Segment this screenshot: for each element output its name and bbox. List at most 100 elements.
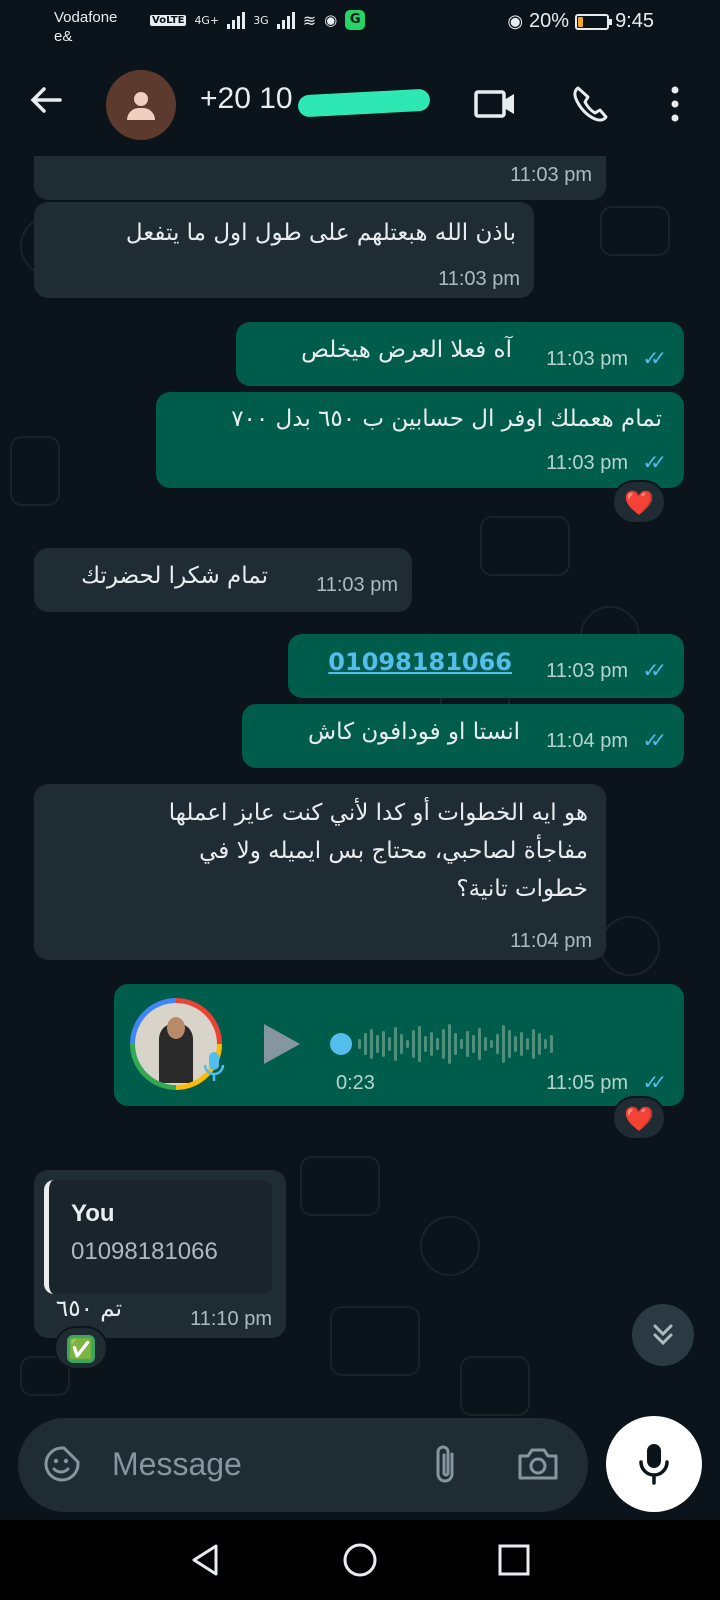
waveform-bar xyxy=(502,1025,505,1063)
waveform-bar xyxy=(520,1032,523,1056)
chat-header: +20 10 xyxy=(0,54,720,156)
message-bubble-outgoing[interactable]: 01098181066 11:03 pm ✓✓ xyxy=(288,634,684,698)
waveform-bar xyxy=(376,1035,379,1053)
redaction-mark xyxy=(297,88,431,118)
waveform-bar xyxy=(532,1029,535,1059)
message-bubble-incoming[interactable]: 11:03 pm xyxy=(34,156,606,200)
waveform-bar xyxy=(526,1038,529,1050)
waveform-bar xyxy=(418,1026,421,1062)
nav-recents-icon[interactable] xyxy=(494,1540,534,1580)
record-voice-button[interactable] xyxy=(606,1416,702,1512)
quoted-sender: You xyxy=(71,1200,115,1227)
read-ticks-icon: ✓✓ xyxy=(642,658,666,682)
waveform-bar xyxy=(454,1033,457,1055)
waveform-bar xyxy=(538,1033,541,1055)
heart-reaction-icon[interactable]: ❤️ xyxy=(612,480,666,524)
system-navigation-bar xyxy=(0,1520,720,1600)
message-time: 11:03 pm xyxy=(546,452,628,474)
message-text: باذن الله هبعتلهم على طول اول ما يتفعل xyxy=(125,220,516,246)
eye-icon: ◉ xyxy=(507,11,524,31)
check-reaction-icon[interactable]: ✅ xyxy=(54,1326,108,1370)
quoted-message[interactable]: You 01098181066 xyxy=(44,1180,272,1294)
contact-avatar[interactable] xyxy=(106,70,176,140)
carrier-name-2: e& xyxy=(54,28,73,45)
voice-message-bubble[interactable]: 0:23 11:05 pm ✓✓ xyxy=(114,984,684,1106)
message-time: 11:05 pm xyxy=(546,1072,628,1094)
waveform-bar xyxy=(496,1034,499,1054)
message-bubble-incoming[interactable]: هو ايه الخطوات أو كدا لأني كنت عايز اعمل… xyxy=(34,784,606,960)
wifi-icon: ≋ xyxy=(302,10,317,30)
network-type-2: 3G xyxy=(253,13,269,27)
waveform-bar xyxy=(514,1036,517,1052)
waveform-bar xyxy=(364,1033,367,1055)
message-time: 11:03 pm xyxy=(438,268,520,290)
message-bubble-outgoing[interactable]: آه فعلا العرض هيخلص 11:03 pm ✓✓ xyxy=(236,322,684,386)
message-bubble-incoming[interactable]: You 01098181066 تم ٦٥٠ 11:10 pm xyxy=(34,1170,286,1338)
waveform-bar xyxy=(460,1039,463,1049)
waveform-bar xyxy=(544,1039,547,1049)
signal-icon xyxy=(227,11,246,29)
nav-home-icon[interactable] xyxy=(340,1540,380,1580)
message-time: 11:10 pm xyxy=(190,1308,272,1330)
message-time: 11:03 pm xyxy=(510,164,592,186)
heart-reaction-icon[interactable]: ❤️ xyxy=(612,1096,666,1140)
carrier-info: Vodafone e& xyxy=(54,8,117,46)
message-bubble-incoming[interactable]: باذن الله هبعتلهم على طول اول ما يتفعل 1… xyxy=(34,202,534,298)
scroll-to-bottom-button[interactable] xyxy=(632,1304,694,1366)
voice-call-icon[interactable] xyxy=(570,82,610,126)
read-ticks-icon: ✓✓ xyxy=(642,450,666,474)
waveform-bar xyxy=(490,1040,493,1048)
waveform-bar xyxy=(436,1038,439,1050)
waveform-bar xyxy=(400,1034,403,1054)
waveform-bar xyxy=(484,1037,487,1051)
message-input-bar[interactable]: Message xyxy=(18,1418,588,1512)
waveform-bar xyxy=(430,1032,433,1056)
voice-waveform[interactable] xyxy=(358,1020,553,1068)
waveform-bar xyxy=(466,1031,469,1057)
waveform-bar xyxy=(478,1028,481,1060)
waveform-bar xyxy=(382,1031,385,1057)
message-input[interactable]: Message xyxy=(112,1446,242,1483)
message-time: 11:03 pm xyxy=(546,348,628,370)
attach-icon[interactable] xyxy=(430,1444,460,1486)
playback-slider-handle[interactable] xyxy=(330,1033,352,1055)
quoted-text: 01098181066 xyxy=(71,1238,218,1265)
message-text-line-3: خطوات تانية؟ xyxy=(456,876,588,902)
waveform-bar xyxy=(394,1027,397,1061)
emoji-sticker-icon[interactable] xyxy=(42,1444,82,1484)
read-ticks-icon: ✓✓ xyxy=(642,1070,666,1094)
signal-icon-2 xyxy=(276,11,295,29)
message-text: آه فعلا العرض هيخلص xyxy=(301,337,512,363)
message-bubble-outgoing[interactable]: انستا او فودافون كاش 11:04 pm ✓✓ xyxy=(242,704,684,768)
message-bubble-incoming[interactable]: تمام شكرا لحضرتك 11:03 pm xyxy=(34,548,412,612)
waveform-bar xyxy=(424,1036,427,1052)
message-time: 11:04 pm xyxy=(510,930,592,952)
message-text-line-2: مفاجأة لصاحبي، محتاج بس ايميله ولا في xyxy=(199,838,588,864)
waveform-bar xyxy=(472,1035,475,1053)
message-bubble-outgoing[interactable]: تمام هعملك اوفر ال حسابين ب ٦٥٠ بدل ٧٠٠ … xyxy=(156,392,684,488)
nav-back-icon[interactable] xyxy=(186,1540,226,1580)
more-menu-icon[interactable] xyxy=(668,82,682,126)
message-time: 11:03 pm xyxy=(316,574,398,596)
waveform-bar xyxy=(550,1035,553,1053)
status-bar: Vodafone e& VoLTE 4G+ 3G ≋ ◉ G ◉ 20% 9:4… xyxy=(0,0,720,54)
message-time: 11:04 pm xyxy=(546,730,628,752)
waveform-bar xyxy=(388,1037,391,1051)
microphone-icon xyxy=(639,1444,669,1485)
clock: 9:45 xyxy=(615,10,654,32)
contact-name[interactable]: +20 10 xyxy=(200,82,293,116)
waveform-bar xyxy=(406,1040,409,1048)
read-ticks-icon: ✓✓ xyxy=(642,728,666,752)
check-emoji: ✅ xyxy=(67,1335,95,1363)
message-text: تمام هعملك اوفر ال حسابين ب ٦٥٠ بدل ٧٠٠ xyxy=(231,406,662,432)
grammarly-icon: G xyxy=(345,10,366,30)
back-arrow-icon[interactable] xyxy=(26,80,66,120)
play-button[interactable] xyxy=(264,1024,300,1064)
video-call-icon[interactable] xyxy=(474,82,516,126)
message-time: 11:03 pm xyxy=(546,660,628,682)
camera-icon[interactable] xyxy=(516,1446,560,1482)
message-text-line-1: هو ايه الخطوات أو كدا لأني كنت عايز اعمل… xyxy=(168,800,588,826)
phone-number-link[interactable]: 01098181066 xyxy=(328,645,512,680)
waveform-bar xyxy=(412,1030,415,1058)
chat-area[interactable]: 11:03 pm باذن الله هبعتلهم على طول اول م… xyxy=(0,156,720,1490)
